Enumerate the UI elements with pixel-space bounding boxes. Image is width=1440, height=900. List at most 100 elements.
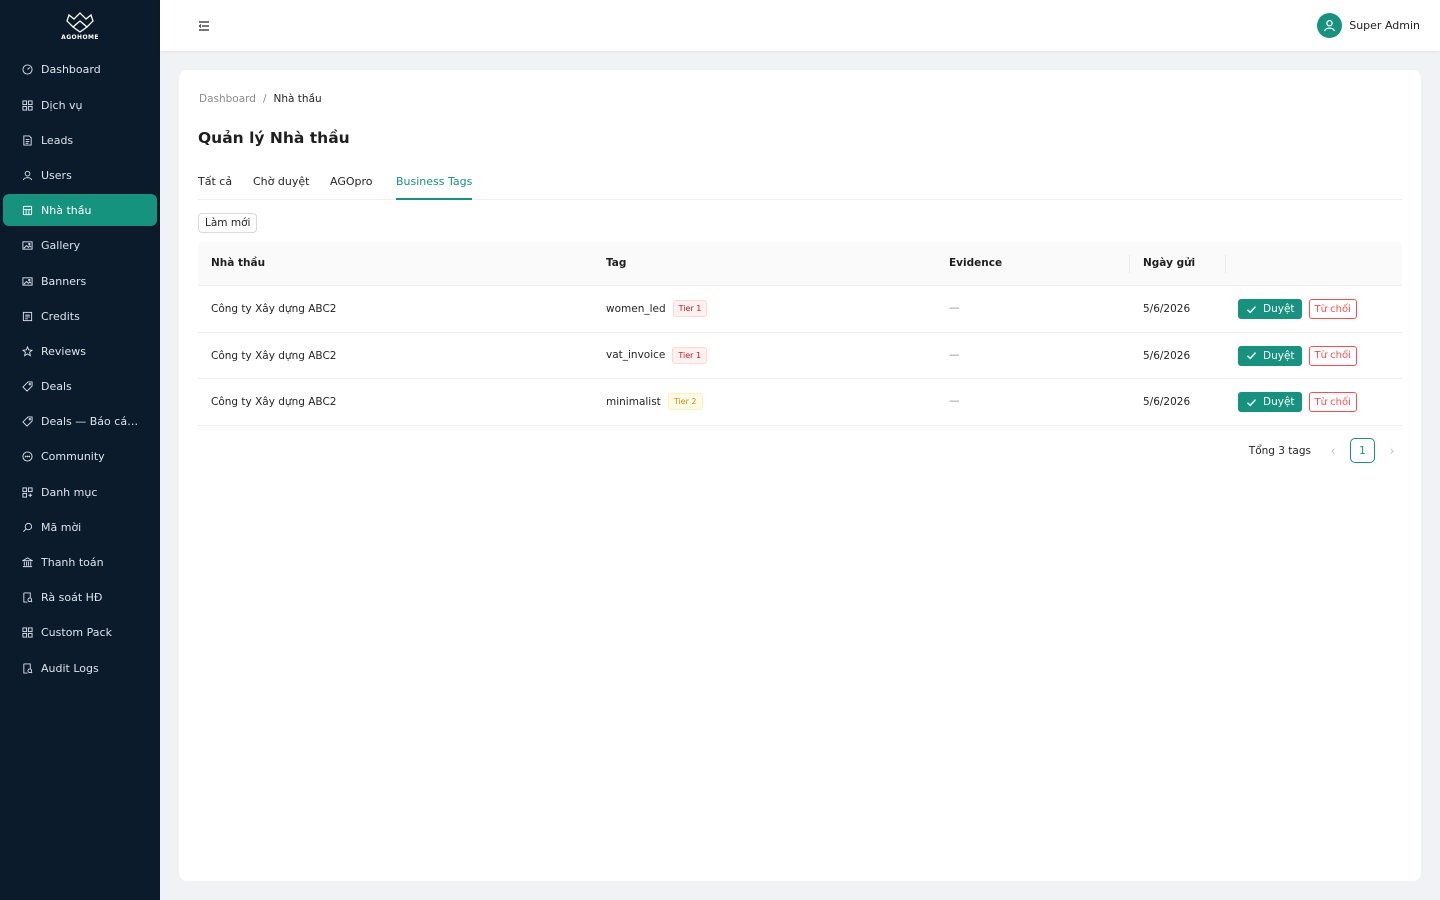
sidebar-item-reviews[interactable]: Reviews: [3, 335, 157, 367]
sidebar-item-label: Community: [41, 449, 105, 463]
audit-icon: [22, 662, 33, 674]
total-count: Tổng 3 tags: [1248, 444, 1311, 457]
image-icon: [22, 240, 33, 251]
building-icon: [22, 205, 33, 216]
table-row: Công ty Xây dựng ABC2 vat_invoice Tier 1…: [198, 333, 1402, 379]
sidebar-item-dashboard[interactable]: Dashboard: [3, 53, 157, 85]
avatar: [1317, 13, 1343, 38]
tab-pending[interactable]: Chờ duyệt: [253, 175, 309, 200]
user-menu[interactable]: Super Admin: [1317, 13, 1420, 38]
sidebar-item-ra-soat-hd[interactable]: Rà soát HĐ: [3, 581, 157, 613]
sidebar-item-label: Nhà thầu: [41, 203, 92, 217]
user-icon: [1324, 19, 1336, 32]
sidebar-item-nha-thau[interactable]: Nhà thầu: [3, 194, 157, 226]
top-header: Super Admin: [160, 0, 1440, 51]
reject-button[interactable]: Từ chối: [1308, 392, 1357, 412]
refresh-button[interactable]: Làm mới: [198, 213, 258, 233]
sidebar-item-label: Deals — Báo cáo ...: [41, 414, 141, 428]
check-icon: [1247, 398, 1257, 406]
tag-icon: [22, 415, 33, 427]
tabs: Tất cả Chờ duyệt AGOpro Business Tags: [198, 170, 1402, 200]
sidebar-item-label: Dịch vụ: [41, 98, 83, 112]
breadcrumb-dashboard-link[interactable]: Dashboard: [199, 93, 256, 105]
menu-collapse-icon[interactable]: [197, 18, 211, 32]
tag-name: minimalist: [606, 395, 661, 408]
sidebar-item-label: Gallery: [41, 238, 81, 252]
file-text-icon: [22, 311, 33, 322]
approve-button[interactable]: Duyệt: [1238, 392, 1302, 412]
sidebar-item-label: Mã mời: [41, 520, 82, 534]
audit-icon: [22, 591, 33, 603]
brand-logo[interactable]: AGOHOME: [0, 0, 160, 52]
sidebar-item-thanh-toan[interactable]: Thanh toán: [3, 546, 157, 578]
apps-icon: [22, 486, 33, 498]
column-divider: [1129, 255, 1130, 273]
sidebar-item-label: Rà soát HĐ: [41, 590, 103, 604]
prev-page-icon[interactable]: ‹: [1323, 441, 1343, 461]
star-icon: [22, 345, 33, 357]
page-number-1[interactable]: 1: [1350, 438, 1375, 463]
sidebar-item-deals[interactable]: Deals: [3, 370, 157, 402]
sidebar-item-label: Leads: [41, 133, 74, 147]
tag-cell: vat_invoice Tier 1: [606, 346, 708, 364]
breadcrumb: Dashboard / Nhà thầu: [199, 93, 322, 105]
approve-button[interactable]: Duyệt: [1238, 299, 1302, 319]
submitted-date: 5/6/2026: [1143, 349, 1191, 362]
sidebar-item-label: Custom Pack: [41, 625, 112, 639]
reject-button[interactable]: Từ chối: [1308, 299, 1357, 319]
column-header-contractor: Nhà thầu: [211, 257, 266, 269]
row-actions: Duyệt Từ chối: [1238, 345, 1357, 366]
sidebar-item-danh-muc[interactable]: Danh mục: [3, 476, 157, 508]
sidebar-item-leads[interactable]: Leads: [3, 124, 157, 156]
sidebar-item-ma-moi[interactable]: Mã mời: [3, 511, 157, 543]
table-row: Công ty Xây dựng ABC2 minimalist Tier 2 …: [198, 379, 1402, 426]
sidebar-item-community[interactable]: Community: [3, 440, 157, 472]
agohome-logo-icon: [66, 12, 94, 33]
sidebar: AGOHOME Dashboard Dịch vụ Leads Users Nh…: [0, 0, 160, 900]
approve-label: Duyệt: [1263, 396, 1295, 408]
tier-badge: Tier 1: [672, 346, 708, 364]
sidebar-item-credits[interactable]: Credits: [3, 300, 157, 332]
tab-business-tags[interactable]: Business Tags: [396, 175, 473, 200]
content-card: Dashboard / Nhà thầu Quản lý Nhà thầu Tấ…: [179, 70, 1421, 881]
grid-icon: [22, 99, 33, 111]
dashboard-icon: [22, 63, 33, 75]
sidebar-item-label: Danh mục: [41, 485, 98, 499]
tab-agopro[interactable]: AGOpro: [330, 175, 373, 200]
sidebar-item-label: Dashboard: [41, 62, 101, 76]
pagination: Tổng 3 tags ‹ 1 ›: [1249, 438, 1402, 463]
column-header-tag: Tag: [606, 257, 627, 269]
table-row: Công ty Xây dựng ABC2 women_led Tier 1 —…: [198, 286, 1402, 333]
sidebar-item-label: Users: [41, 168, 72, 182]
check-icon: [1247, 352, 1257, 360]
breadcrumb-separator: /: [262, 93, 267, 105]
column-divider: [1225, 255, 1226, 273]
row-actions: Duyệt Từ chối: [1238, 299, 1357, 319]
evidence-value: —: [949, 302, 960, 314]
approve-button[interactable]: Duyệt: [1238, 345, 1302, 366]
sidebar-item-label: Audit Logs: [41, 661, 99, 675]
tier-badge: Tier 2: [667, 393, 703, 410]
search-icon: [22, 522, 33, 533]
sidebar-item-custom-pack[interactable]: Custom Pack: [3, 616, 157, 648]
column-header-date: Ngày gửi: [1143, 257, 1196, 269]
sidebar-item-dich-vu[interactable]: Dịch vụ: [3, 89, 157, 121]
next-page-icon[interactable]: ›: [1382, 441, 1402, 461]
sidebar-item-label: Credits: [41, 309, 80, 323]
tag-name: vat_invoice: [606, 349, 666, 361]
sidebar-item-users[interactable]: Users: [3, 159, 157, 191]
reject-button[interactable]: Từ chối: [1308, 345, 1357, 366]
tab-all[interactable]: Tất cả: [198, 175, 232, 200]
business-tags-table: Nhà thầu Tag Evidence Ngày gửi Công ty X…: [198, 242, 1402, 426]
approve-label: Duyệt: [1263, 303, 1295, 315]
sidebar-item-audit-logs[interactable]: Audit Logs: [3, 652, 157, 684]
sidebar-item-banners[interactable]: Banners: [3, 265, 157, 297]
sidebar-item-label: Deals: [41, 379, 72, 393]
contractor-name: Công ty Xây dựng ABC2: [211, 303, 337, 315]
sidebar-item-deals-report[interactable]: Deals — Báo cáo ...: [3, 405, 157, 437]
sidebar-item-gallery[interactable]: Gallery: [3, 229, 157, 261]
user-icon: [22, 170, 33, 181]
tag-cell: minimalist Tier 2: [606, 393, 703, 410]
contractor-name: Công ty Xây dựng ABC2: [211, 349, 337, 362]
message-icon: [22, 450, 33, 462]
